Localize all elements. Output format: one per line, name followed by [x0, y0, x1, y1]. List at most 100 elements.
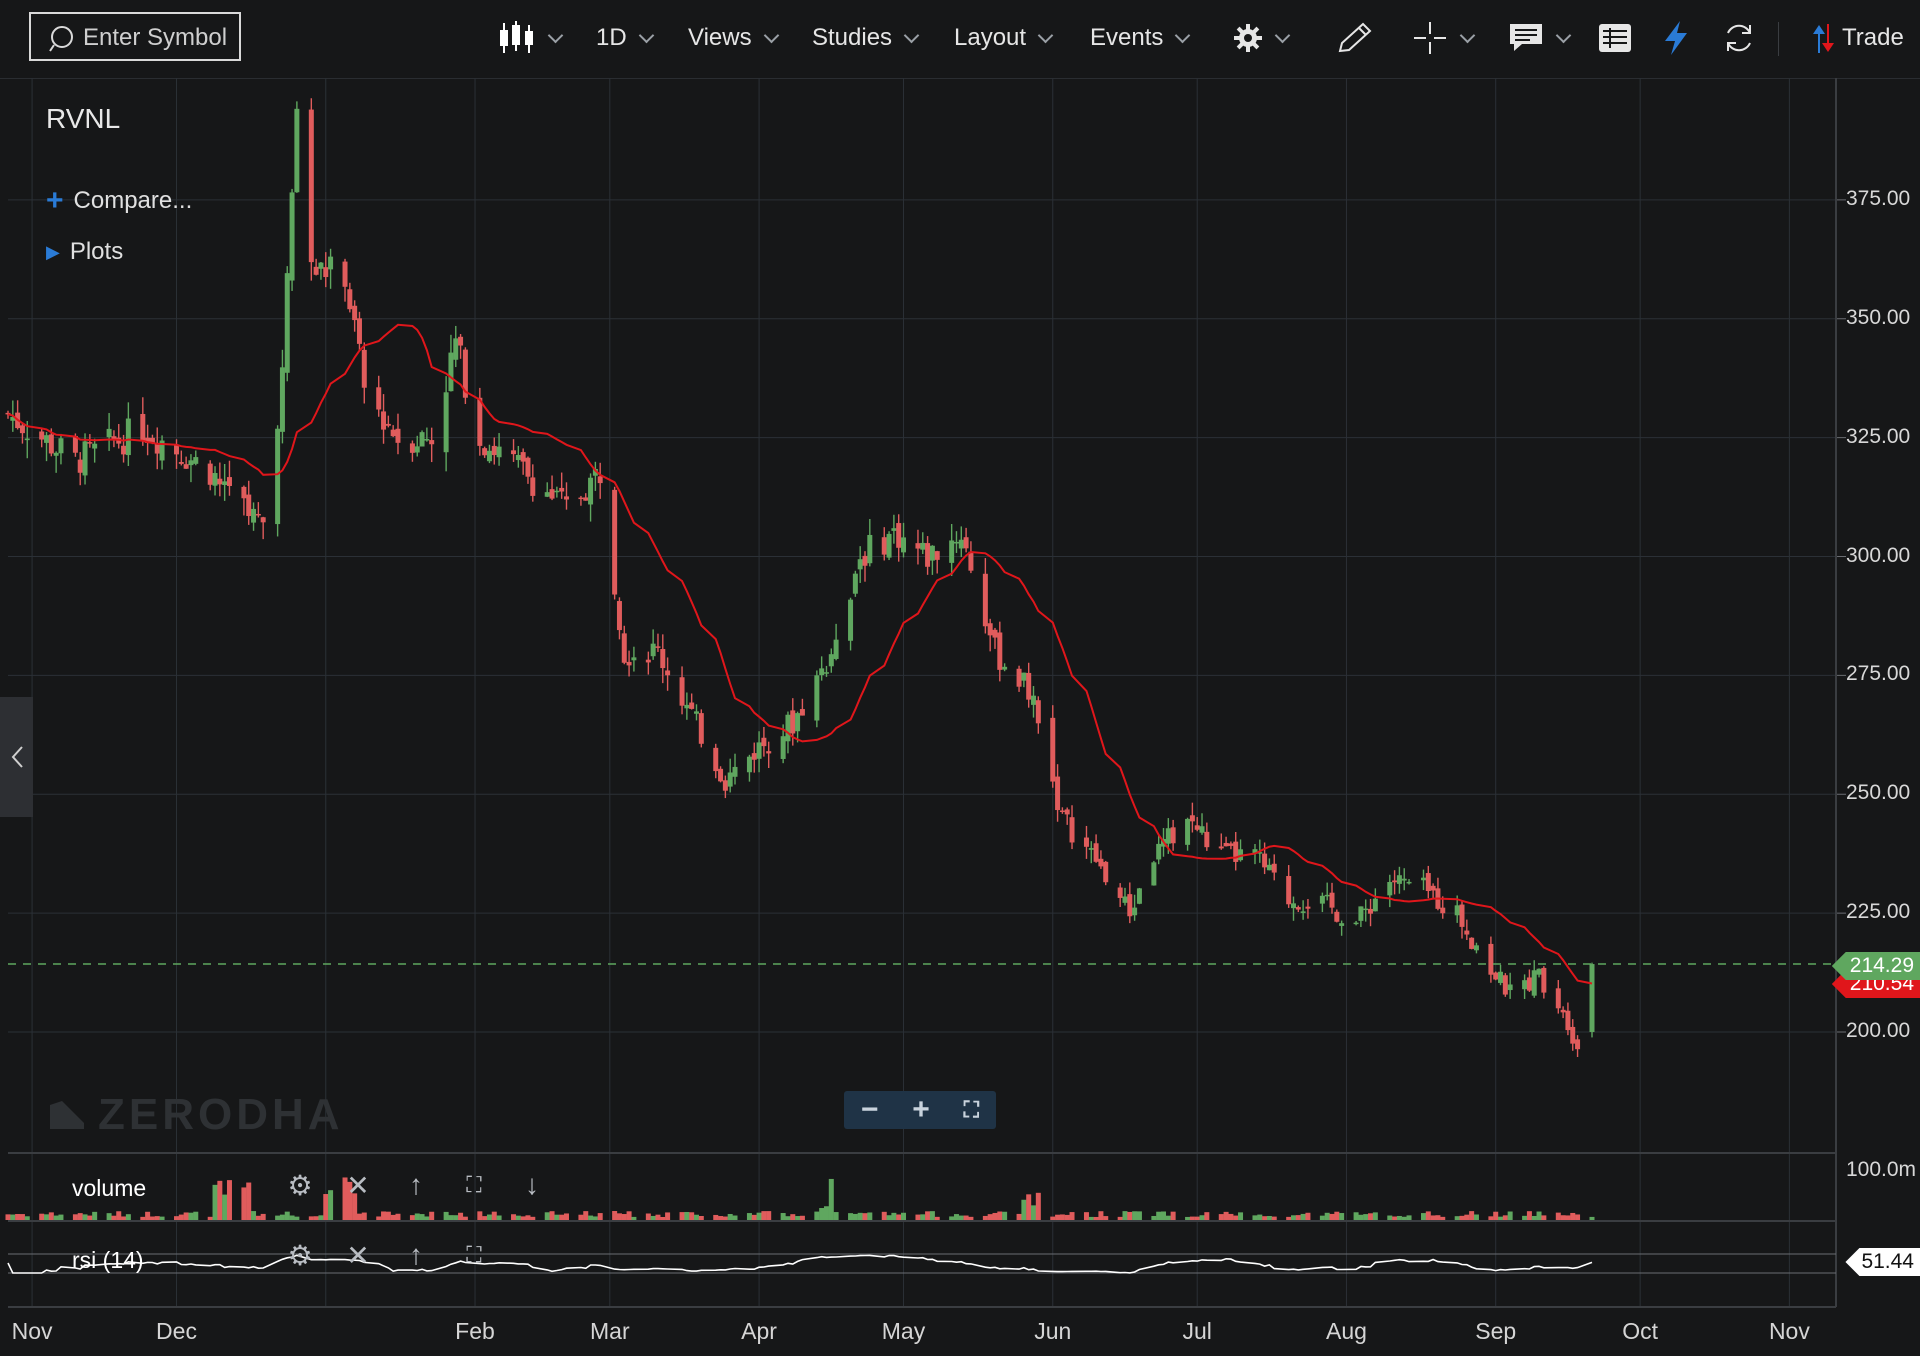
- symbol-search[interactable]: [29, 12, 241, 61]
- candle-body: [833, 639, 839, 659]
- candle-body: [381, 411, 387, 430]
- volume-bar: [48, 1212, 54, 1220]
- close-icon[interactable]: ✕: [341, 1168, 375, 1202]
- expand-icon[interactable]: ⛶: [457, 1238, 491, 1272]
- candle-body: [347, 289, 353, 310]
- candle-body: [477, 397, 483, 446]
- search-icon: [49, 26, 73, 52]
- table-view-button[interactable]: [1598, 18, 1632, 58]
- settings-button[interactable]: [1233, 18, 1291, 58]
- volume-bar: [356, 1213, 362, 1220]
- volume-bar: [665, 1212, 671, 1220]
- volume-bar: [1435, 1215, 1441, 1220]
- refresh-button[interactable]: [1722, 18, 1756, 58]
- close-icon[interactable]: ✕: [341, 1238, 375, 1272]
- candle-body: [689, 702, 695, 709]
- refresh-icon: [1727, 24, 1751, 52]
- volume-bar: [5, 1214, 11, 1220]
- candle-body: [1026, 672, 1032, 700]
- candle-body: [39, 431, 45, 440]
- candle-body: [1469, 937, 1475, 949]
- candle-body: [698, 713, 704, 744]
- studies-label: Studies: [812, 24, 893, 51]
- gear-icon[interactable]: ⚙: [283, 1168, 317, 1202]
- candle-body: [1324, 894, 1330, 897]
- arrow-up-icon[interactable]: ↑: [399, 1168, 433, 1202]
- candle-body: [1016, 668, 1022, 687]
- candle-body: [1021, 672, 1027, 681]
- volume-bar: [823, 1206, 829, 1220]
- views-button[interactable]: Views: [688, 18, 779, 58]
- candle-body: [761, 737, 767, 747]
- crosshair-button[interactable]: [1412, 18, 1476, 58]
- compare-button[interactable]: + Compare...: [46, 186, 192, 216]
- candle-body: [125, 418, 131, 456]
- fullscreen-button[interactable]: ⛶: [964, 1095, 979, 1125]
- studies-button[interactable]: Studies: [812, 18, 920, 58]
- candle-body: [1401, 878, 1407, 881]
- candle-body: [1185, 818, 1191, 845]
- candle-body: [1262, 853, 1268, 868]
- volume-bar: [814, 1211, 820, 1220]
- volume-bar: [1502, 1215, 1508, 1220]
- volume-bar: [660, 1216, 666, 1220]
- arrow-up-icon[interactable]: ↑: [399, 1238, 433, 1272]
- candle-body: [1136, 888, 1142, 904]
- volume-bar: [1334, 1211, 1340, 1220]
- side-panel-toggle[interactable]: [0, 697, 33, 817]
- candle-body: [823, 672, 829, 674]
- symbol-input[interactable]: [81, 20, 235, 56]
- candle-body: [1132, 907, 1138, 916]
- trade-button[interactable]: Trade: [1810, 18, 1904, 58]
- candle-body: [645, 659, 651, 663]
- volume-bar: [1026, 1194, 1032, 1220]
- volume-bar: [1161, 1211, 1167, 1220]
- price-tick-label: 300.00: [1846, 543, 1911, 567]
- candle-body: [1069, 817, 1075, 843]
- candle-body: [193, 457, 199, 464]
- volume-bar: [520, 1216, 526, 1220]
- events-button[interactable]: Events: [1090, 18, 1191, 58]
- plots-button[interactable]: ▶ Plots: [46, 238, 123, 266]
- candle-body: [891, 528, 897, 531]
- candle-body: [443, 392, 449, 453]
- candle-body: [693, 711, 699, 714]
- candle-body: [1117, 887, 1123, 898]
- volume-bar: [713, 1214, 719, 1220]
- volume-bar: [886, 1215, 892, 1220]
- chevron-down-icon: [1274, 27, 1291, 43]
- volume-bar: [1363, 1214, 1369, 1220]
- chart-type-button[interactable]: [498, 18, 564, 58]
- candle-body: [1329, 892, 1335, 908]
- expand-icon[interactable]: ⛶: [457, 1168, 491, 1202]
- candle-body: [48, 434, 54, 454]
- volume-bar: [1406, 1215, 1412, 1220]
- volume-bar: [1522, 1215, 1528, 1220]
- arrow-down-icon[interactable]: ↓: [515, 1168, 549, 1202]
- layout-button[interactable]: Layout: [954, 18, 1054, 58]
- candle-body: [92, 443, 98, 449]
- candlestick-icon: [500, 21, 533, 53]
- interval-button[interactable]: 1D: [596, 18, 654, 58]
- candle-body: [1502, 975, 1508, 995]
- price-chart[interactable]: [0, 78, 1920, 1356]
- volume-bar: [1488, 1216, 1494, 1220]
- candle-body: [448, 352, 454, 392]
- candle-body: [563, 496, 569, 500]
- comment-button[interactable]: [1508, 18, 1572, 58]
- candle-body: [1064, 809, 1070, 815]
- zerodha-logo-icon: [50, 1101, 84, 1129]
- draw-button[interactable]: [1336, 18, 1374, 58]
- volume-bar: [1151, 1215, 1157, 1220]
- candle-body: [313, 266, 319, 275]
- lightning-button[interactable]: [1662, 18, 1690, 58]
- candle-body: [934, 551, 940, 560]
- volume-bar: [241, 1187, 247, 1220]
- gear-icon[interactable]: ⚙: [283, 1238, 317, 1272]
- zoom-out-button[interactable]: −: [861, 1095, 879, 1125]
- volume-bar: [1122, 1211, 1128, 1220]
- candle-body: [679, 677, 685, 706]
- zoom-in-button[interactable]: +: [912, 1095, 930, 1125]
- volume-bar: [1016, 1213, 1022, 1220]
- candle-body: [1541, 967, 1547, 993]
